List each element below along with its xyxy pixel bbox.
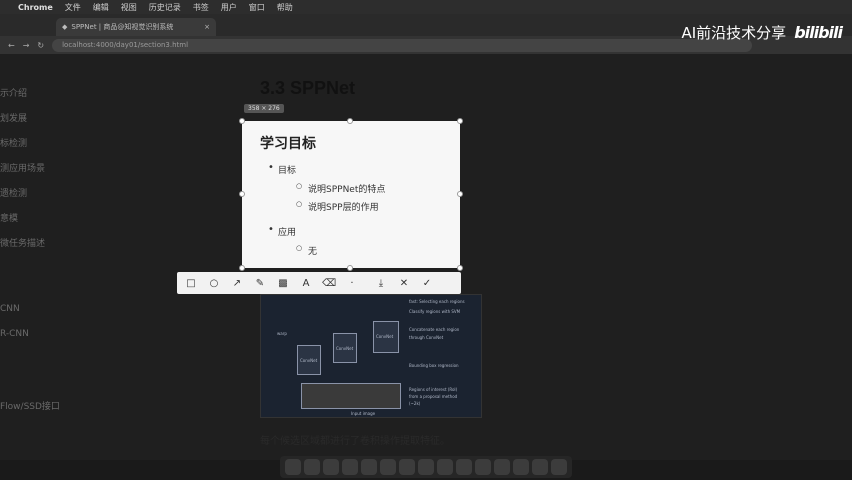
forward-icon[interactable]: →: [23, 41, 30, 50]
mac-dock: [280, 456, 572, 478]
eraser-tool-icon[interactable]: ⌫: [322, 276, 336, 290]
confirm-icon[interactable]: ✓: [421, 276, 433, 290]
sidebar-item[interactable]: 测应用场景: [0, 161, 45, 174]
app-icon[interactable]: [475, 459, 491, 475]
tab-favicon-icon: ◆: [62, 23, 68, 31]
undo-icon[interactable]: ·: [346, 276, 358, 290]
diagram-label: warp: [277, 331, 287, 336]
list-item: 说明SPP层的作用: [260, 200, 442, 213]
app-icon[interactable]: [437, 459, 453, 475]
safari-icon[interactable]: [323, 459, 339, 475]
menu-item-user[interactable]: 用户: [221, 2, 237, 13]
sidebar-item[interactable]: R-CNN: [0, 329, 29, 339]
section-heading: 学习目标: [260, 136, 316, 152]
text-tool-icon[interactable]: A: [300, 276, 312, 290]
finder-icon[interactable]: [285, 459, 301, 475]
menu-item-edit[interactable]: 编辑: [93, 2, 109, 13]
diagram-label: Regions of interest (RoI): [409, 387, 458, 392]
bilibili-logo: bilibili: [794, 23, 843, 42]
tab-title: SPPNet | 商品@知视觉识别系统: [71, 23, 174, 31]
diagram-label: (~2k): [409, 401, 421, 406]
diagram-label: from a proposal method: [409, 394, 458, 399]
list-item: 应用: [260, 224, 442, 238]
resize-handle[interactable]: [457, 118, 463, 124]
body-caption: 每个候选区域都进行了卷积操作提取特征。: [260, 436, 450, 447]
sidebar-item[interactable]: 划发展: [0, 111, 27, 124]
sidebar-item[interactable]: 示介绍: [0, 86, 27, 99]
resize-handle[interactable]: [347, 265, 353, 271]
menu-item-bookmarks[interactable]: 书签: [193, 2, 209, 13]
arrow-tool-icon[interactable]: ↗: [231, 276, 243, 290]
resize-handle[interactable]: [347, 118, 353, 124]
sidebar-item[interactable]: Flow/SSD接口: [0, 399, 60, 412]
resize-handle[interactable]: [239, 118, 245, 124]
url-text: localhost:4000/day01/section3.html: [62, 41, 189, 49]
page-content: 示介绍 划发展 标检测 测应用场景 遗检测 意模 微任务描述 CNN R-CNN…: [0, 54, 852, 460]
app-icon[interactable]: [399, 459, 415, 475]
screenshot-toolbar: □ ○ ↗ ✎ ▩ A ⌫ · ⤓ ✕ ✓: [177, 272, 461, 294]
rcnn-diagram: fast: Selecting each regions Classify re…: [260, 294, 482, 418]
convnet-box: ConvNet: [297, 345, 321, 375]
app-icon[interactable]: [513, 459, 529, 475]
resize-handle[interactable]: [457, 265, 463, 271]
sidebar-item[interactable]: 微任务描述: [0, 236, 45, 249]
sidebar: 示介绍 划发展 标检测 测应用场景 遗检测 意模 微任务描述 CNN R-CNN…: [0, 54, 90, 460]
sidebar-item[interactable]: 标检测: [0, 136, 27, 149]
back-icon[interactable]: ←: [8, 41, 15, 50]
menu-item-window[interactable]: 窗口: [249, 2, 265, 13]
screenshot-selection[interactable]: 学习目标 目标 说明SPPNet的特点 说明SPP层的作用 应用 无: [242, 121, 460, 268]
app-icon[interactable]: [361, 459, 377, 475]
diagram-label: fast: Selecting each regions: [409, 299, 465, 304]
download-icon[interactable]: ⤓: [375, 276, 387, 290]
app-icon[interactable]: [532, 459, 548, 475]
resize-handle[interactable]: [239, 191, 245, 197]
menu-app-name[interactable]: Chrome: [18, 3, 53, 12]
rectangle-tool-icon[interactable]: □: [185, 276, 197, 290]
ellipse-tool-icon[interactable]: ○: [208, 276, 220, 290]
mosaic-tool-icon[interactable]: ▩: [277, 276, 289, 290]
reload-icon[interactable]: ↻: [37, 41, 44, 50]
list-item: 说明SPPNet的特点: [260, 182, 442, 195]
menu-item-history[interactable]: 历史记录: [149, 2, 181, 13]
sidebar-item[interactable]: CNN: [0, 304, 20, 314]
diagram-label: Concatenate each region: [409, 327, 460, 332]
diagram-label: Bounding box regression: [409, 363, 459, 368]
input-image-box: [301, 383, 401, 409]
cancel-icon[interactable]: ✕: [398, 276, 410, 290]
diagram-label: Input image: [351, 411, 376, 416]
convnet-box: ConvNet: [373, 321, 399, 353]
app-icon[interactable]: [380, 459, 396, 475]
sidebar-item[interactable]: 意模: [0, 211, 18, 224]
resize-handle[interactable]: [457, 191, 463, 197]
browser-tab[interactable]: ◆ SPPNet | 商品@知视觉识别系统 ×: [56, 18, 216, 36]
diagram-label: Classify regions with SVM: [409, 309, 461, 314]
goal-list: 目标 说明SPPNet的特点 说明SPP层的作用 应用 无: [260, 162, 442, 257]
resize-handle[interactable]: [239, 265, 245, 271]
selection-size-badge: 358 × 276: [244, 104, 284, 113]
launchpad-icon[interactable]: [304, 459, 320, 475]
list-item: 无: [260, 244, 442, 257]
convnet-box: ConvNet: [333, 333, 357, 363]
list-item: 目标: [260, 162, 442, 176]
pen-tool-icon[interactable]: ✎: [254, 276, 266, 290]
chrome-icon[interactable]: [342, 459, 358, 475]
menu-item-file[interactable]: 文件: [65, 2, 81, 13]
sidebar-item[interactable]: 遗检测: [0, 186, 27, 199]
trash-icon[interactable]: [551, 459, 567, 475]
app-icon[interactable]: [418, 459, 434, 475]
terminal-icon[interactable]: [494, 459, 510, 475]
watermark-text: AI前沿技术分享: [681, 24, 787, 42]
watermark: AI前沿技术分享 bilibili: [682, 22, 843, 43]
app-icon[interactable]: [456, 459, 472, 475]
menu-item-help[interactable]: 帮助: [277, 2, 293, 13]
menu-item-view[interactable]: 视图: [121, 2, 137, 13]
diagram-label: through ConvNet: [409, 335, 444, 340]
mac-menu-bar: Chrome 文件 编辑 视图 历史记录 书签 用户 窗口 帮助: [0, 0, 852, 14]
tab-close-icon[interactable]: ×: [204, 23, 210, 31]
bottom-strip: [0, 460, 280, 480]
url-field[interactable]: localhost:4000/day01/section3.html: [52, 38, 753, 52]
page-title: 3.3 SPPNet: [260, 78, 356, 98]
